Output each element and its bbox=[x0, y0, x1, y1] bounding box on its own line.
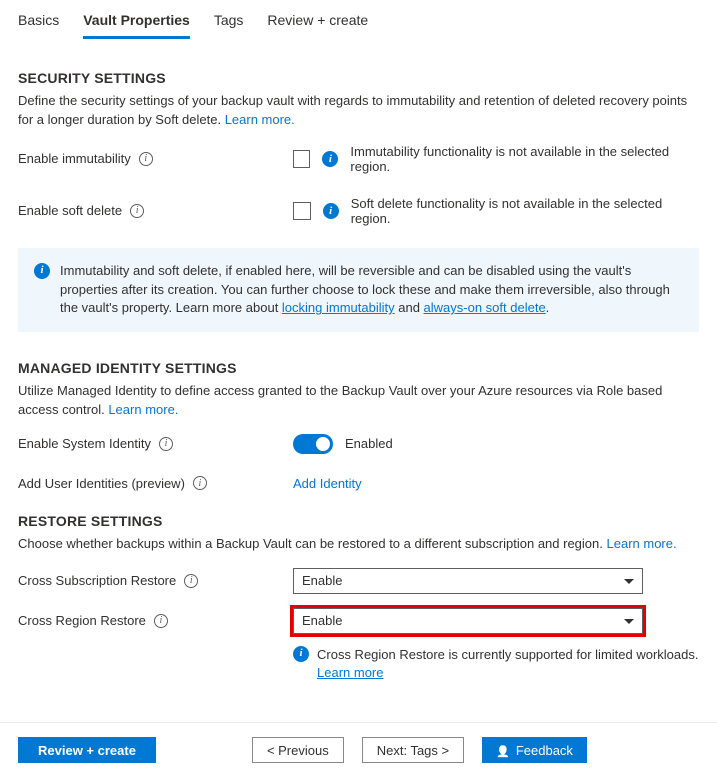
cross-region-restore-label: Cross Region Restore bbox=[18, 613, 146, 628]
restore-settings-description: Choose whether backups within a Backup V… bbox=[18, 535, 699, 554]
managed-identity-heading: MANAGED IDENTITY SETTINGS bbox=[18, 360, 699, 376]
previous-button[interactable]: < Previous bbox=[252, 737, 344, 763]
add-identity-link[interactable]: Add Identity bbox=[293, 476, 362, 491]
enable-system-identity-toggle[interactable] bbox=[293, 434, 333, 454]
feedback-label: Feedback bbox=[516, 743, 573, 758]
enable-immutability-checkbox[interactable] bbox=[293, 150, 310, 168]
tab-bar: Basics Vault Properties Tags Review + cr… bbox=[0, 0, 717, 40]
info-icon: i bbox=[323, 203, 339, 219]
review-create-button[interactable]: Review + create bbox=[18, 737, 156, 763]
security-info-end: . bbox=[546, 300, 550, 315]
enabled-text: Enabled bbox=[345, 436, 393, 451]
crr-learn-more-link[interactable]: Learn more bbox=[317, 665, 383, 680]
security-info-mid: and bbox=[395, 300, 424, 315]
next-button[interactable]: Next: Tags > bbox=[362, 737, 464, 763]
restore-learn-more-link[interactable]: Learn more. bbox=[607, 536, 677, 551]
footer-bar: Review + create < Previous Next: Tags > … bbox=[0, 722, 717, 777]
chevron-down-icon bbox=[624, 619, 634, 624]
tab-vault-properties[interactable]: Vault Properties bbox=[83, 8, 190, 39]
restore-settings-heading: RESTORE SETTINGS bbox=[18, 513, 699, 529]
crr-note-text: Cross Region Restore is currently suppor… bbox=[317, 647, 699, 662]
managed-identity-description: Utilize Managed Identity to define acces… bbox=[18, 382, 699, 420]
enable-soft-delete-checkbox[interactable] bbox=[293, 202, 311, 220]
cross-subscription-restore-select[interactable]: Enable bbox=[293, 568, 643, 594]
info-icon: i bbox=[293, 646, 309, 662]
cross-subscription-restore-label: Cross Subscription Restore bbox=[18, 573, 176, 588]
help-icon[interactable]: i bbox=[193, 476, 207, 490]
always-on-soft-delete-link[interactable]: always-on soft delete bbox=[424, 300, 546, 315]
chevron-down-icon bbox=[624, 579, 634, 584]
soft-delete-unavailable-text: Soft delete functionality is not availab… bbox=[351, 196, 699, 226]
tab-basics[interactable]: Basics bbox=[18, 8, 59, 39]
help-icon[interactable]: i bbox=[159, 437, 173, 451]
tab-tags[interactable]: Tags bbox=[214, 8, 244, 39]
enable-system-identity-label: Enable System Identity bbox=[18, 436, 151, 451]
security-info-box: i Immutability and soft delete, if enabl… bbox=[18, 248, 699, 333]
security-desc-text: Define the security settings of your bac… bbox=[18, 93, 687, 127]
immutability-unavailable-text: Immutability functionality is not availa… bbox=[350, 144, 699, 174]
feedback-icon bbox=[496, 743, 510, 758]
tab-review-create[interactable]: Review + create bbox=[267, 8, 368, 39]
help-icon[interactable]: i bbox=[184, 574, 198, 588]
enable-immutability-label: Enable immutability bbox=[18, 151, 131, 166]
security-info-text: Immutability and soft delete, if enabled… bbox=[60, 262, 683, 319]
crr-note: i Cross Region Restore is currently supp… bbox=[293, 646, 713, 682]
crr-select-value: Enable bbox=[302, 613, 342, 628]
enable-soft-delete-label: Enable soft delete bbox=[18, 203, 122, 218]
security-settings-heading: SECURITY SETTINGS bbox=[18, 70, 699, 86]
feedback-button[interactable]: Feedback bbox=[482, 737, 587, 763]
cross-region-restore-select[interactable]: Enable bbox=[293, 608, 643, 634]
security-learn-more-link[interactable]: Learn more. bbox=[225, 112, 295, 127]
security-settings-description: Define the security settings of your bac… bbox=[18, 92, 699, 130]
info-icon: i bbox=[34, 263, 50, 279]
help-icon[interactable]: i bbox=[139, 152, 153, 166]
help-icon[interactable]: i bbox=[130, 204, 144, 218]
restore-desc-text: Choose whether backups within a Backup V… bbox=[18, 536, 607, 551]
identity-learn-more-link[interactable]: Learn more. bbox=[108, 402, 178, 417]
add-user-identities-label: Add User Identities (preview) bbox=[18, 476, 185, 491]
locking-immutability-link[interactable]: locking immutability bbox=[282, 300, 395, 315]
help-icon[interactable]: i bbox=[154, 614, 168, 628]
info-icon: i bbox=[322, 151, 338, 167]
csr-select-value: Enable bbox=[302, 573, 342, 588]
